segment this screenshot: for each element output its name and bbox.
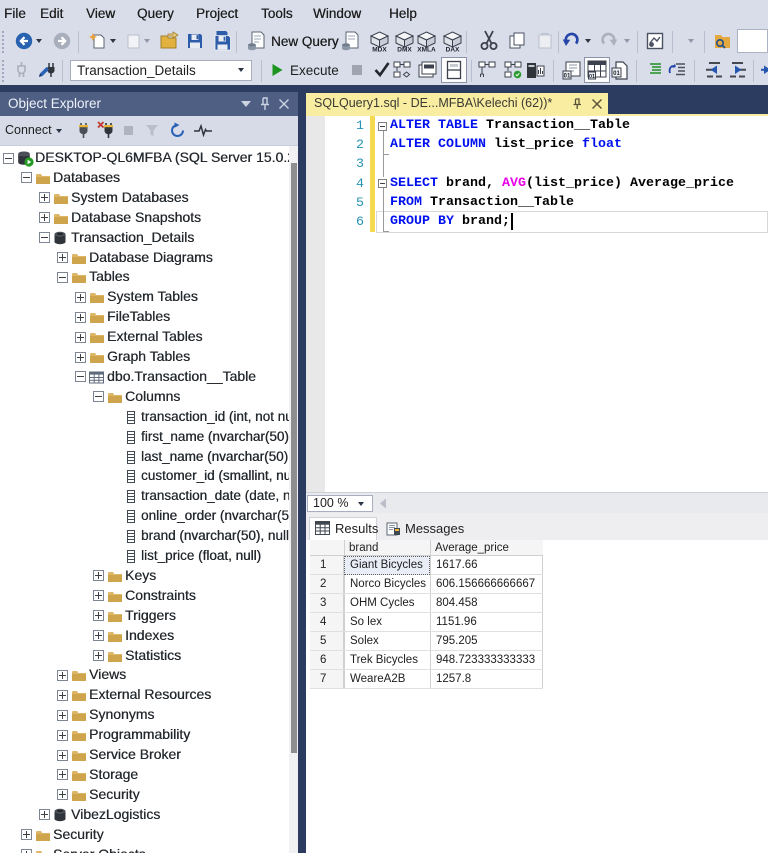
svg-text:DAX: DAX	[446, 47, 460, 53]
svg-text:XMLA: XMLA	[417, 47, 436, 53]
svg-text:MDX: MDX	[372, 47, 387, 53]
svg-text:DMX: DMX	[397, 47, 412, 53]
svg-text:01: 01	[564, 74, 571, 80]
svg-text:01: 01	[613, 71, 620, 77]
svg-text:01: 01	[589, 74, 595, 80]
